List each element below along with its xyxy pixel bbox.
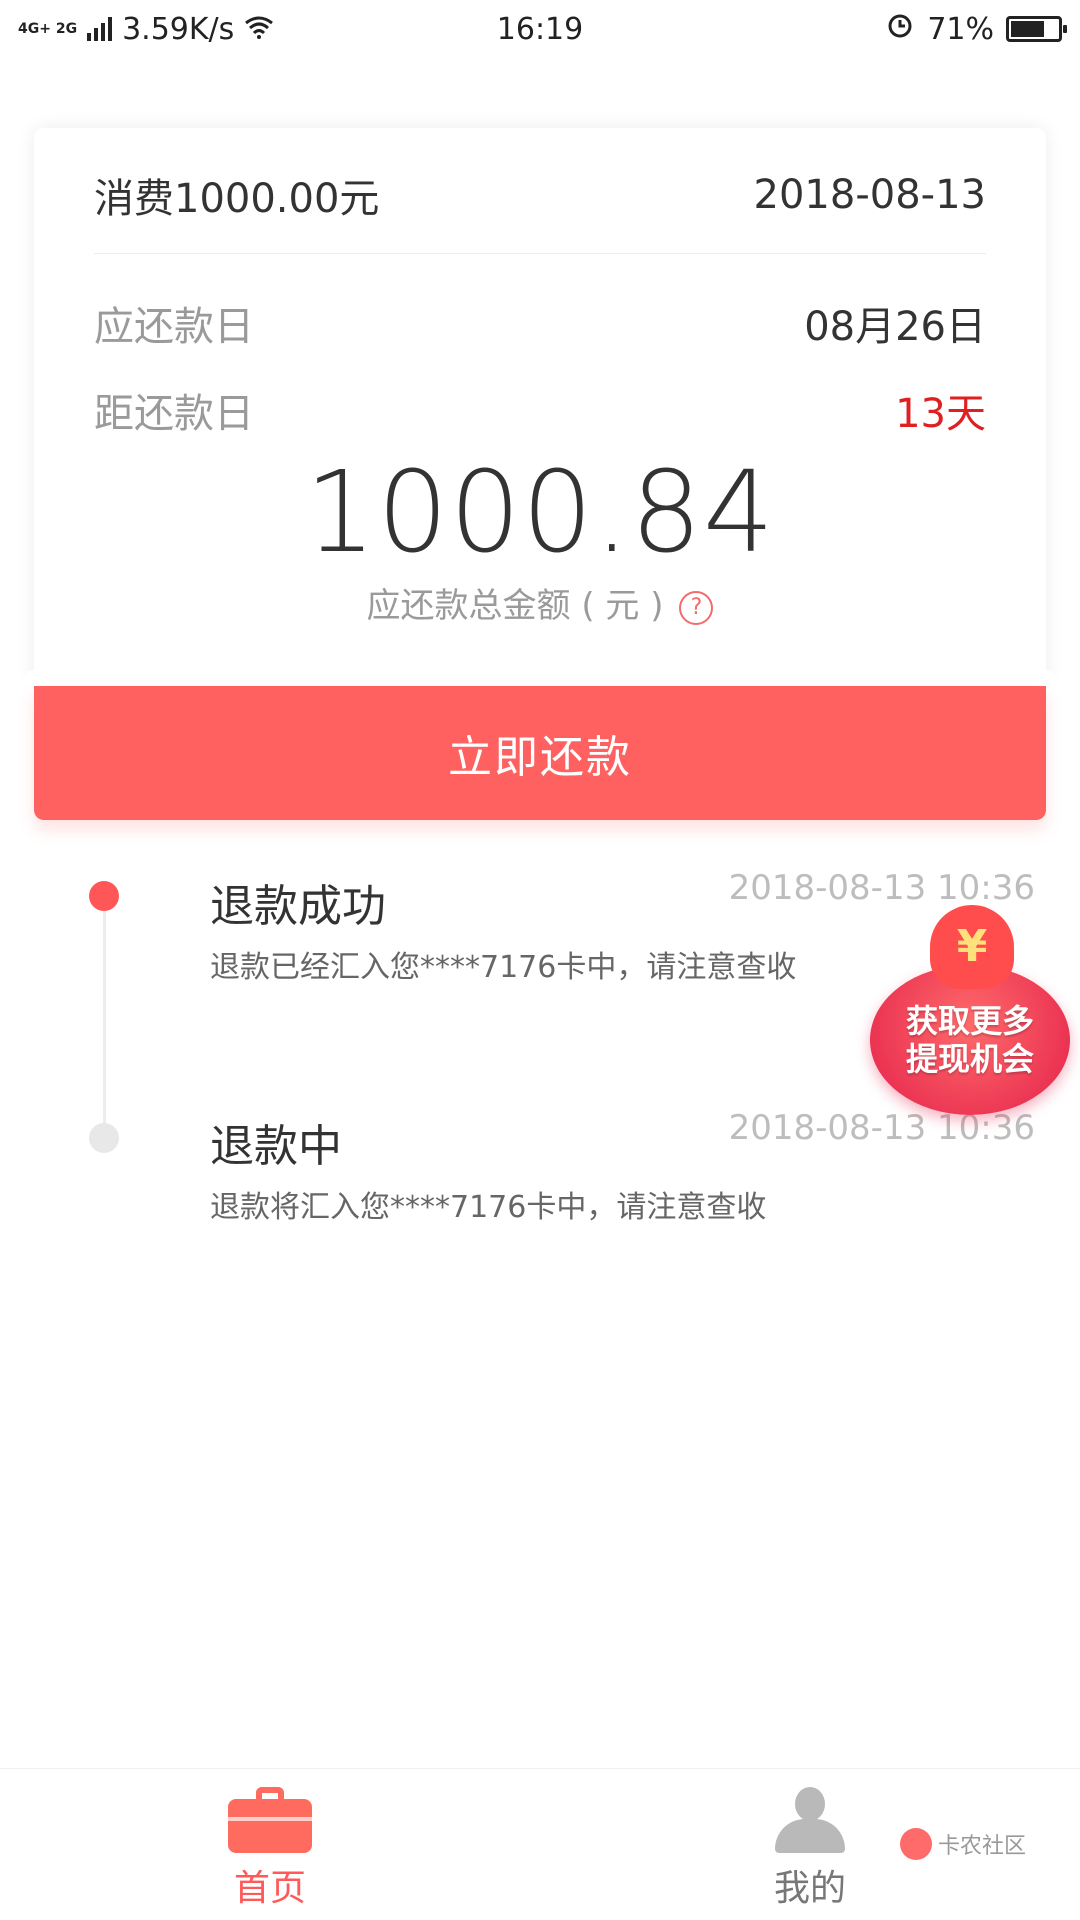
timeline-line	[103, 895, 106, 1130]
timeline-item-title: 退款中	[210, 1121, 342, 1172]
amount-caption-row: 应还款总金额 ( 元 )?	[34, 578, 1046, 627]
watermark: 卡农社区	[900, 1828, 1026, 1860]
timeline-item-title: 退款成功	[210, 881, 386, 932]
bill-title: 消费1000.00元	[94, 176, 380, 222]
repay-now-button[interactable]: 立即还款	[34, 686, 1046, 820]
bill-date: 2018-08-13	[753, 172, 986, 218]
timeline-item-desc: 退款将汇入您****7176卡中，请注意查收	[210, 1190, 767, 1225]
money-bag-icon: ¥	[930, 905, 1014, 989]
timeline-item-desc: 退款已经汇入您****7176卡中，请注意查收	[210, 950, 797, 985]
watermark-text: 卡农社区	[938, 1834, 1027, 1859]
due-date-row: 应还款日 08月26日	[94, 293, 986, 353]
days-left-row: 距还款日 13天	[94, 380, 986, 440]
battery-icon	[1006, 16, 1067, 42]
alarm-icon	[885, 10, 915, 48]
promo-line1: 获取更多	[905, 1002, 1034, 1040]
wifi-icon	[244, 12, 274, 47]
briefcase-icon	[228, 1787, 312, 1853]
network-type: 4G+ 2G	[18, 21, 78, 37]
nav-label-home: 首页	[233, 1868, 306, 1909]
person-icon	[775, 1787, 845, 1853]
promo-badge[interactable]: 获取更多 提现机会 ¥	[870, 905, 1070, 1115]
help-icon[interactable]: ?	[679, 590, 714, 625]
divider	[94, 253, 986, 254]
nav-label-mine: 我的	[773, 1868, 846, 1909]
timeline-dot-inactive	[89, 1123, 119, 1153]
battery-percent: 71%	[927, 11, 994, 47]
days-left-label: 距还款日	[94, 391, 254, 437]
amount-caption: 应还款总金额 ( 元 )	[366, 586, 664, 626]
due-date-value: 08月26日	[804, 304, 986, 350]
days-left-value: 13天	[895, 391, 986, 437]
watermark-logo-icon	[900, 1828, 932, 1860]
due-date-label: 应还款日	[94, 304, 254, 350]
promo-line2: 提现机会	[905, 1040, 1034, 1078]
timeline-item-time: 2018-08-13 10:36	[728, 868, 1035, 908]
nav-item-mine[interactable]: 我的	[720, 1787, 900, 1911]
signal-icon	[87, 17, 113, 41]
total-amount: 1000.84	[304, 448, 776, 578]
status-right: 71%	[885, 10, 1067, 48]
network-speed: 3.59K/s	[122, 11, 235, 47]
bill-header: 消费1000.00元 2018-08-13	[94, 160, 986, 230]
status-bar: 4G+ 2G 3.59K/s 16:19 71%	[0, 0, 1080, 58]
status-left: 4G+ 2G 3.59K/s	[18, 12, 274, 47]
bill-card: 消费1000.00元 2018-08-13 应还款日 08月26日 距还款日 1…	[34, 128, 1046, 688]
timeline-dot-active	[89, 881, 119, 911]
nav-item-home[interactable]: 首页	[180, 1787, 360, 1911]
